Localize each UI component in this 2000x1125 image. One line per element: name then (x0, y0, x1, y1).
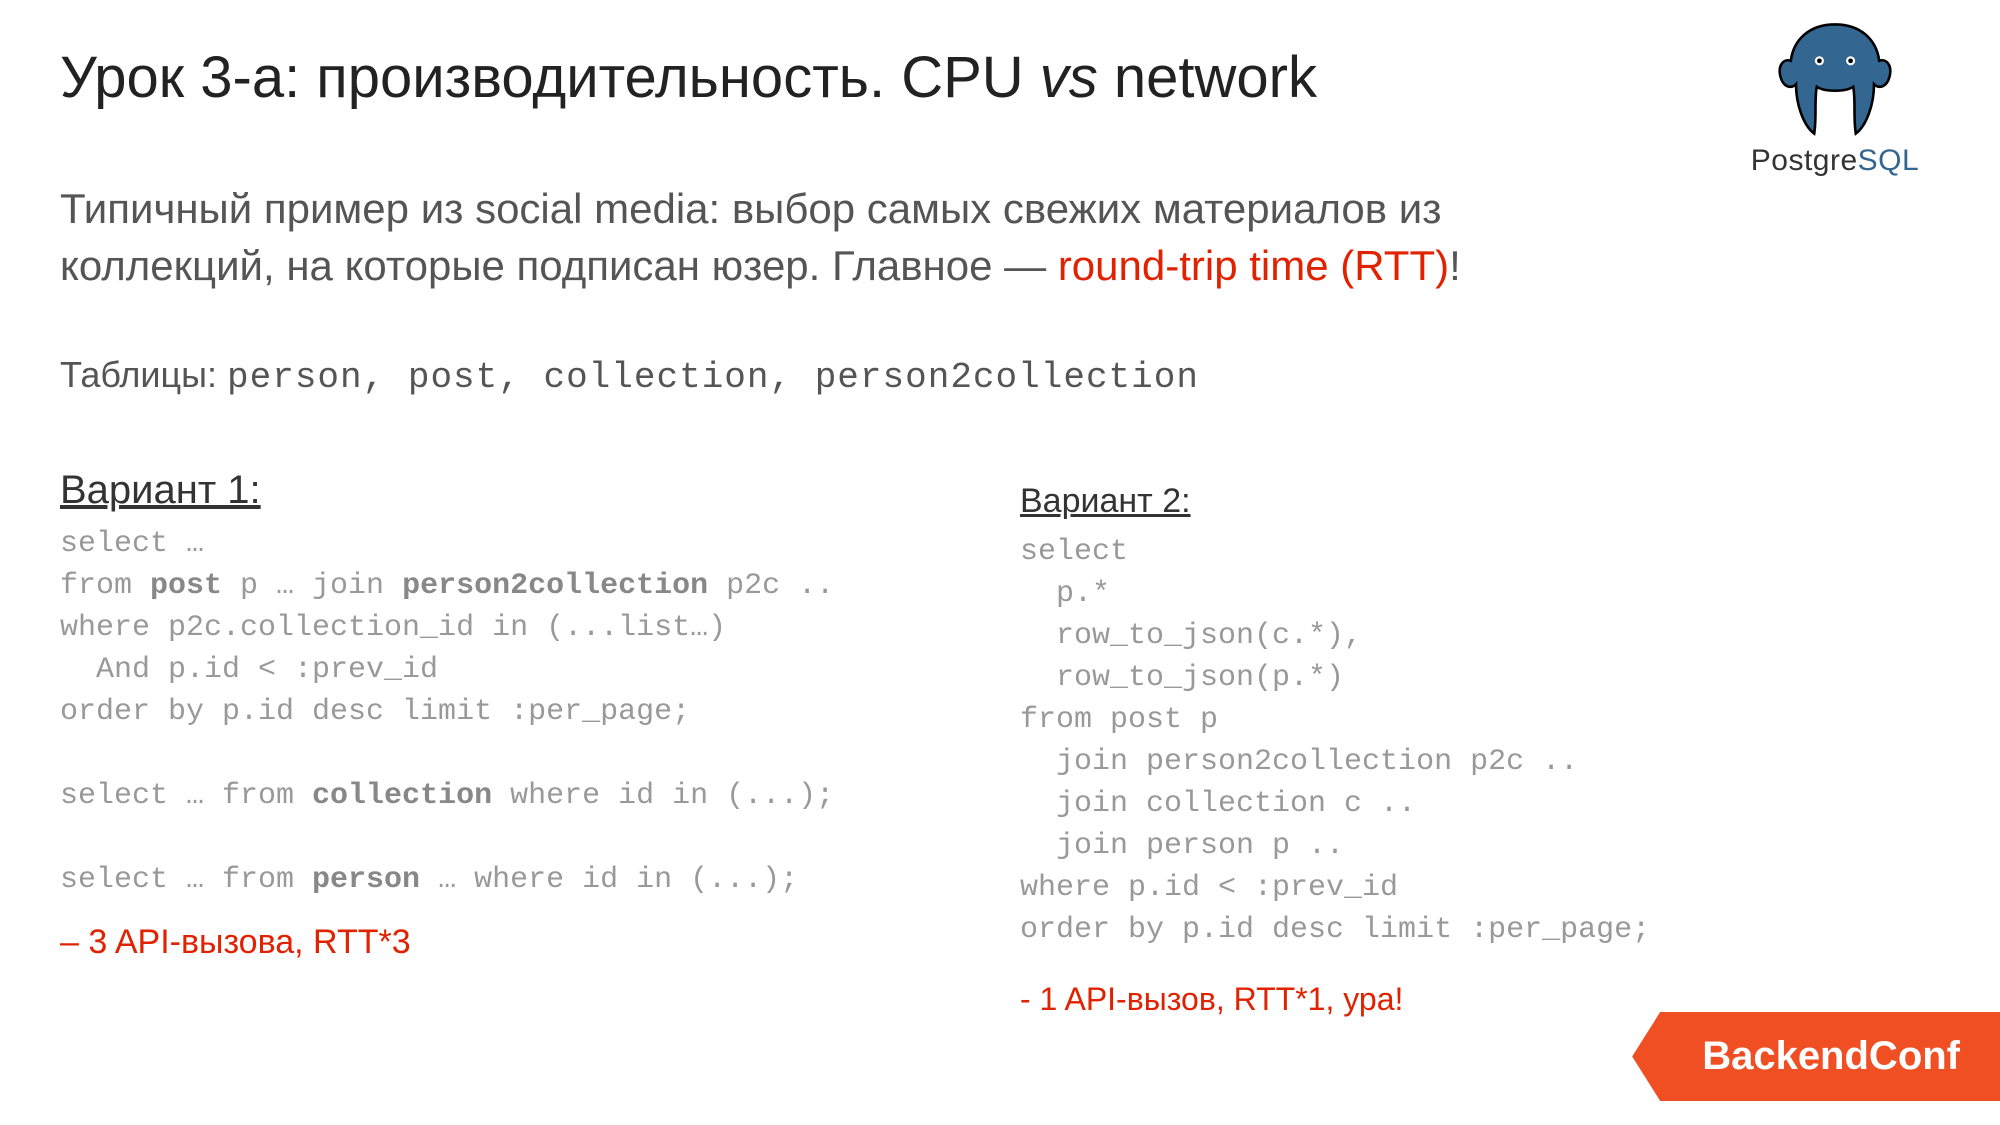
variant-1-heading: Вариант 1: (60, 468, 980, 513)
title-prefix: Урок 3-а: производительность. CPU (60, 45, 1040, 110)
title-suffix: network (1098, 45, 1317, 110)
variant-1: Вариант 1: select … from post p … join p… (60, 468, 980, 1018)
conference-badge: BackendConf (1632, 1012, 2000, 1101)
postgresql-wordmark: PostgreSQL (1730, 144, 1940, 178)
intro-text: Типичный пример из social media: выбор с… (60, 181, 1660, 294)
slide-title: Урок 3-а: производительность. CPU vs net… (60, 44, 1940, 111)
slide: Урок 3-а: производительность. CPU vs net… (0, 0, 2000, 1125)
variant-1-result: – 3 API-вызова, RTT*3 (60, 923, 980, 962)
title-vs: vs (1040, 45, 1098, 110)
columns: Вариант 1: select … from post p … join p… (60, 468, 1940, 1018)
variant-2-heading: Вариант 2: (1020, 482, 1940, 521)
rtt-highlight: round-trip time (RTT) (1058, 242, 1449, 289)
elephant-icon (1730, 14, 1940, 144)
tables-line: Таблицы: person, post, collection, perso… (60, 354, 1940, 398)
postgresql-logo: PostgreSQL (1730, 14, 1940, 178)
variant-2-code: select p.* row_to_json(c.*), row_to_json… (1020, 531, 1940, 951)
table-names: person, post, collection, person2collect… (227, 357, 1199, 398)
variant-2: Вариант 2: select p.* row_to_json(c.*), … (1020, 482, 1940, 1018)
variant-1-code: select … from post p … join person2colle… (60, 523, 980, 901)
